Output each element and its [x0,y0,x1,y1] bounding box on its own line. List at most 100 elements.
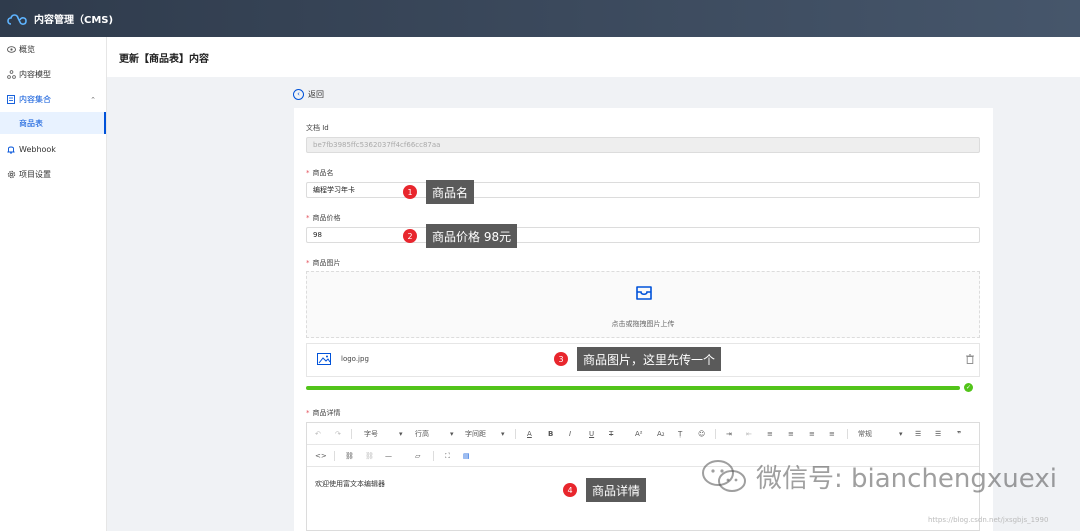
wechat-icon [702,459,746,492]
image-upload-dropzone[interactable]: 点击或拖拽图片上传 [306,271,980,338]
image-label: * 商品图片 [306,258,341,268]
sidebar-item-label: 内容集合 [19,95,51,104]
superscript-icon[interactable]: A² [635,429,643,439]
chevron-down-icon: ▾ [450,430,454,438]
annotation-badge-3: 3 [554,352,568,366]
chevron-down-icon: ▾ [899,430,903,438]
emoji-icon[interactable]: ☺ [698,429,705,439]
annotation-tip-4: 商品详情 [586,478,647,502]
doc-id-value: be7fb3985ffc5362037ff4cf66cc87aa [313,141,441,149]
page-header: 更新【商品表】内容 [107,37,1080,77]
outdent-icon[interactable]: ⇤ [746,429,752,439]
upload-progress-bar [306,386,960,390]
name-label-text: 商品名 [312,169,334,177]
sidebar: 概览 内容模型 内容集合 ⌃ 商品表 Webhook 项目设置 [0,37,107,531]
back-link[interactable]: ‹ 返回 [293,89,324,100]
sidebar-item-project-settings[interactable]: 项目设置 [0,162,106,187]
toolbar-divider [351,429,352,439]
upload-hint: 点击或拖拽图片上传 [611,320,675,328]
required-mark: * [306,214,310,222]
top-bar: 内容管理（CMS) [0,0,1080,37]
doc-id-label: 文档 Id [306,123,329,133]
eye-icon [6,45,16,55]
name-label: * 商品名 [306,168,334,178]
clear-format-icon[interactable]: Ṭ [678,429,682,439]
sidebar-item-label: Webhook [19,145,56,154]
watermark-url: https://blog.csdn.net/jxsgbjs_1990 [928,516,1049,524]
bullet-list-icon[interactable]: ☰ [915,429,921,439]
watermark-text: 微信号: bianchengxuexi [756,464,1057,494]
check-icon: ✓ [964,383,973,392]
underline-icon[interactable]: U [589,429,594,439]
bold-icon[interactable]: B [548,429,553,439]
image-file-icon [317,353,331,365]
line-height-select[interactable]: 行高 [415,429,429,439]
align-center-icon[interactable]: ≡ [788,429,794,439]
back-label: 返回 [308,90,324,99]
toolbar-divider [847,429,848,439]
toolbar-divider [334,451,335,461]
sidebar-item-label: 商品表 [19,118,43,128]
annotation-badge-2: 2 [403,229,417,243]
subscript-icon[interactable]: A₂ [657,429,665,439]
chevron-down-icon: ▾ [399,430,403,438]
indent-icon[interactable]: ⇥ [726,429,732,439]
detail-label: * 商品详情 [306,408,341,418]
model-icon [6,70,16,80]
price-label-text: 商品价格 [312,214,341,222]
gear-icon [6,170,16,180]
toolbar-divider [515,429,516,439]
toolbar-divider [433,451,434,461]
font-color-icon[interactable]: A [527,429,532,439]
app-title: 内容管理（CMS) [34,15,114,26]
letter-spacing-select[interactable]: 字间距 [465,429,486,439]
sidebar-item-webhook[interactable]: Webhook [0,137,106,162]
eraser-icon[interactable]: ▱ [415,451,420,461]
doc-id-field: be7fb3985ffc5362037ff4cf66cc87aa [306,137,980,153]
font-size-select[interactable]: 字号 [364,429,378,439]
annotation-tip-1: 商品名 [426,180,475,204]
align-left-icon[interactable]: ≡ [767,429,773,439]
inbox-icon [636,286,652,300]
page-title: 更新【商品表】内容 [119,53,209,65]
align-right-icon[interactable]: ≡ [809,429,815,439]
toolbar-divider [715,429,716,439]
sidebar-item-content-collection[interactable]: 内容集合 ⌃ [0,87,106,112]
annotation-badge-1: 1 [403,185,417,199]
annotation-badge-4: 4 [563,483,577,497]
annotation-tip-2: 商品价格 98元 [426,224,518,248]
sidebar-item-content-model[interactable]: 内容模型 [0,62,106,87]
strikethrough-icon[interactable]: T [609,429,613,439]
horizontal-rule-icon[interactable]: — [385,451,392,461]
numbered-list-icon[interactable]: ☰ [935,429,941,439]
collection-icon [6,95,16,105]
editor-toolbar-row-1: ↶ ↷ 字号 ▾ 行高 ▾ 字间距 ▾ A B I U T A² A₂ Ṭ ☺ … [307,423,979,445]
unlink-icon[interactable]: ⛓ [365,451,374,461]
fullscreen-icon[interactable]: ⛶ [445,451,450,461]
redo-icon[interactable]: ↷ [335,429,341,439]
file-name: logo.jpg [341,355,369,363]
price-label: * 商品价格 [306,213,341,223]
doc-id-label-text: 文档 Id [306,124,329,132]
paragraph-style-select[interactable]: 常规 [858,429,872,439]
editor-content[interactable]: 欢迎使用富文本编辑器 [315,479,385,489]
sidebar-item-product-table[interactable]: 商品表 [0,112,106,134]
detail-label-text: 商品详情 [312,409,341,417]
italic-icon[interactable]: I [569,429,571,439]
align-justify-icon[interactable]: ≡ [829,429,835,439]
undo-icon[interactable]: ↶ [315,429,321,439]
link-icon[interactable]: ⛓ [345,451,354,461]
document-icon[interactable]: ▤ [463,451,470,461]
price-value: 98 [313,231,322,239]
quote-icon[interactable]: ❞ [957,429,961,439]
name-value: 编程学习年卡 [313,186,355,194]
code-icon[interactable]: <> [315,451,327,461]
delete-icon[interactable] [966,354,974,364]
bell-icon [6,145,16,155]
sidebar-item-overview[interactable]: 概览 [0,37,106,62]
sidebar-item-label: 概览 [19,45,35,54]
sidebar-item-label: 项目设置 [19,170,51,179]
required-mark: * [306,169,310,177]
wechat-watermark: 微信号: bianchengxuexi [700,458,1057,495]
chevron-down-icon: ▾ [501,430,505,438]
